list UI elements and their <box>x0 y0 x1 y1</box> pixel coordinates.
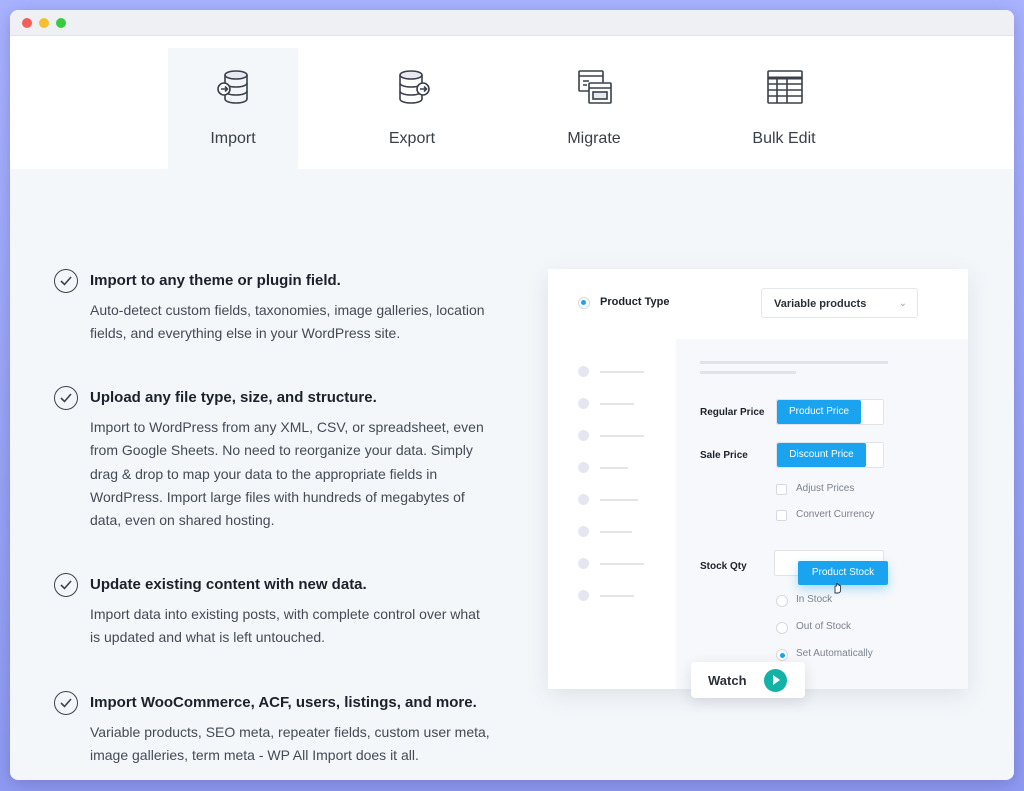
close-window-dot[interactable] <box>22 18 32 28</box>
tab-bulk-edit[interactable]: Bulk Edit <box>719 48 849 169</box>
regular-price-label: Regular Price <box>700 407 765 418</box>
spreadsheet-icon <box>767 70 803 104</box>
convert-currency-checkbox[interactable] <box>776 510 787 521</box>
tab-label: Bulk Edit <box>752 130 816 147</box>
play-icon <box>764 669 787 692</box>
mockup-header: Product Type Variable products ⌄ <box>548 269 968 339</box>
product-price-tag[interactable]: Product Price <box>777 400 861 424</box>
set-automatically-label: Set Automatically <box>796 648 873 659</box>
check-circle-icon <box>54 573 78 597</box>
feature-title: Import to any theme or plugin field. <box>90 272 341 289</box>
feature-title: Upload any file type, size, and structur… <box>90 389 377 406</box>
migrate-windows-icon <box>578 70 612 104</box>
check-circle-icon <box>54 691 78 715</box>
minimize-window-dot[interactable] <box>39 18 49 28</box>
feature-title: Import WooCommerce, ACF, users, listings… <box>90 694 477 711</box>
database-export-icon <box>399 70 430 104</box>
adjust-prices-label: Adjust Prices <box>796 483 855 494</box>
mockup-fields-panel: Regular Price Product Price Sale Price D… <box>676 339 968 689</box>
product-type-radio[interactable] <box>578 297 590 309</box>
tab-migrate[interactable]: Migrate <box>529 48 659 169</box>
product-type-label: Product Type <box>600 296 670 308</box>
feature-description: Import to WordPress from any XML, CSV, o… <box>90 419 484 529</box>
window-titlebar <box>10 10 1014 36</box>
drag-hand-cursor-icon <box>834 582 842 594</box>
tab-label: Import <box>210 130 256 147</box>
in-stock-label: In Stock <box>796 594 833 605</box>
discount-price-tag[interactable]: Discount Price <box>777 443 866 467</box>
product-import-mockup: Product Type Variable products ⌄ Regular… <box>548 269 968 689</box>
database-import-icon <box>217 70 248 104</box>
feature-description: Variable products, SEO meta, repeater fi… <box>90 724 490 764</box>
check-circle-icon <box>54 386 78 410</box>
out-of-stock-label: Out of Stock <box>796 621 852 632</box>
convert-currency-label: Convert Currency <box>796 509 875 520</box>
out-of-stock-radio[interactable] <box>776 622 788 634</box>
tab-label: Export <box>388 130 436 147</box>
feature-tabs: Import Export Migrate Bulk Edit <box>10 36 1014 169</box>
in-stock-radio[interactable] <box>776 595 788 607</box>
check-circle-icon <box>54 269 78 293</box>
browser-window: Import Export Migrate Bulk Edit Import t… <box>10 10 1014 780</box>
mockup-sidebar <box>548 339 676 689</box>
tab-label: Migrate <box>567 130 621 147</box>
feature-title: Update existing content with new data. <box>90 576 367 593</box>
watch-label: Watch <box>708 673 747 688</box>
chevron-down-icon: ⌄ <box>898 298 907 309</box>
sale-price-label: Sale Price <box>700 450 748 461</box>
stock-qty-label: Stock Qty <box>700 561 747 572</box>
placeholder-line <box>700 371 796 374</box>
maximize-window-dot[interactable] <box>56 18 66 28</box>
adjust-prices-checkbox[interactable] <box>776 484 787 495</box>
product-type-select[interactable]: Variable products ⌄ <box>761 288 918 318</box>
feature-description: Auto-detect custom fields, taxonomies, i… <box>90 302 485 342</box>
tab-import[interactable]: Import <box>168 48 298 169</box>
tab-export[interactable]: Export <box>347 48 477 169</box>
set-automatically-radio[interactable] <box>776 649 788 661</box>
placeholder-line <box>700 361 888 364</box>
watch-video-button[interactable]: Watch <box>691 662 805 698</box>
feature-description: Import data into existing posts, with co… <box>90 606 480 646</box>
product-type-value: Variable products <box>774 298 867 310</box>
